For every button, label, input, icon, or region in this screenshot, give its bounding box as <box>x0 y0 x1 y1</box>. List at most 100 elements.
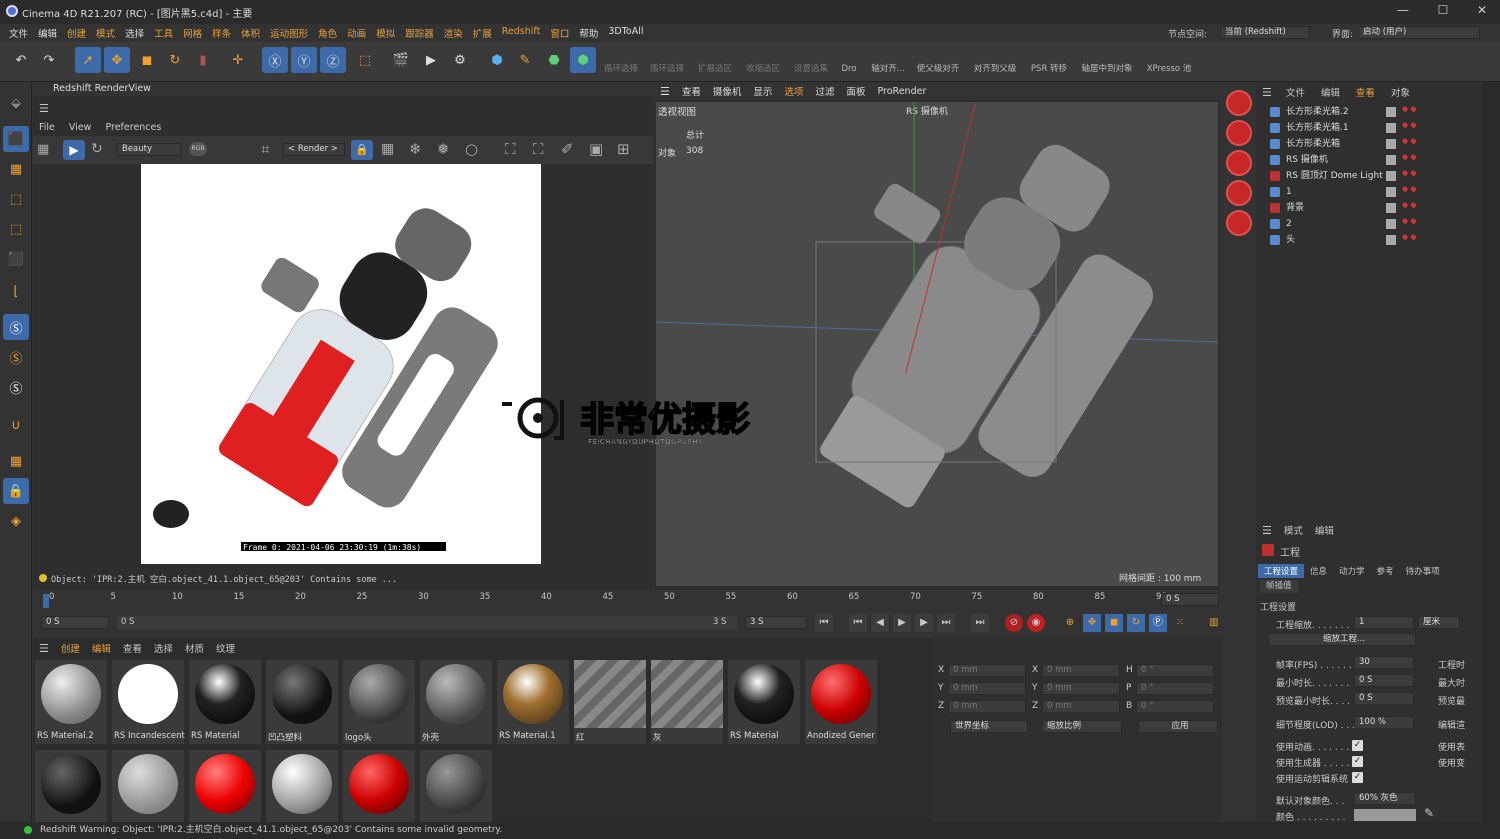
menu-item[interactable]: 窗口 <box>545 26 574 40</box>
renderview-menu-item[interactable]: Preferences <box>105 122 175 133</box>
key-param-icon[interactable]: Ⓟ <box>1149 614 1167 632</box>
redo-icon[interactable]: ↷ <box>36 47 62 73</box>
render-dot-icon[interactable]: ● ● <box>1402 106 1416 113</box>
render-image[interactable]: Frame 0: 2021-04-06 23:30:19 (1m:38s) <box>141 164 541 564</box>
default-color-select[interactable]: 60% 灰色 <box>1354 792 1416 805</box>
material-swatch[interactable]: RS Material.1 <box>497 660 569 744</box>
attr-tab[interactable]: 动力学 <box>1333 564 1371 578</box>
magnet-icon[interactable]: ∪ <box>3 412 29 438</box>
crop-icon[interactable]: ⌗ <box>261 140 269 158</box>
menu-item[interactable]: 3DToAll <box>603 26 648 40</box>
key-pla-icon[interactable]: ⁙ <box>1171 614 1189 632</box>
viewport-menu-item[interactable]: 显示 <box>747 84 778 98</box>
next-frame-icon[interactable]: ▶ <box>915 614 933 632</box>
snowflake2-icon[interactable]: ❅ <box>437 140 450 158</box>
undo-icon[interactable]: ↶ <box>8 47 34 73</box>
render-dot-icon[interactable]: ● ● <box>1402 170 1416 177</box>
toolbar-button[interactable]: 循环选择 <box>646 48 688 76</box>
toolbar-button[interactable]: 对齐到父级 <box>970 48 1020 76</box>
hamburger-icon[interactable]: ☰ <box>1256 524 1278 537</box>
viewport-menu-item[interactable]: 摄像机 <box>707 84 748 98</box>
render-dot-icon[interactable]: ● ● <box>1402 122 1416 129</box>
coord-icon[interactable]: ✛ <box>225 47 251 73</box>
prev-frame-icon[interactable]: ◀ <box>871 614 889 632</box>
material-swatch[interactable]: logo头 <box>343 660 415 744</box>
render-dot-icon[interactable]: ● ● <box>1402 218 1416 225</box>
toolbar-button[interactable]: 设置选集 <box>790 48 832 76</box>
lock-workplane-icon[interactable]: 🔒 <box>3 478 29 504</box>
menu-item[interactable]: 跟踪器 <box>400 26 439 40</box>
object-row[interactable]: 长方形柔光箱.2 ● ● <box>1256 104 1482 120</box>
viewport-menu-item[interactable]: 选项 <box>778 84 809 98</box>
deformer-icon[interactable]: ⬢ <box>570 47 596 73</box>
snowflake-icon[interactable]: ❄ <box>409 140 422 158</box>
object-menu-item[interactable]: 对象 <box>1383 85 1418 99</box>
material-menu-item[interactable]: 编辑 <box>86 641 117 655</box>
object-row[interactable]: 背景 ● ● <box>1256 200 1482 216</box>
render-view-icon[interactable]: ▶ <box>418 47 444 73</box>
render-dot-icon[interactable]: ● ● <box>1402 138 1416 145</box>
model-mode-icon[interactable]: ⬛ <box>3 126 29 152</box>
prev-key-icon[interactable]: ⏮ <box>849 614 867 632</box>
range-slider[interactable] <box>117 616 737 629</box>
rs-bulb-icon[interactable] <box>1226 180 1252 206</box>
quantize-icon[interactable]: Ⓢ <box>3 374 29 400</box>
aov-select[interactable]: Beauty <box>117 143 181 156</box>
move-tool-icon[interactable]: ✥ <box>104 47 130 73</box>
start-field[interactable]: 0 S <box>41 616 109 629</box>
refresh-icon[interactable]: ↻ <box>91 141 103 157</box>
renderview-menu-item[interactable]: File <box>39 122 69 133</box>
viewport-menu-item[interactable]: 过滤 <box>809 84 840 98</box>
coord-field[interactable]: 0 ° <box>1136 664 1214 677</box>
visibility-icon[interactable] <box>1386 235 1396 245</box>
viewport-menu-item[interactable]: ProRender <box>871 86 932 97</box>
coord-field[interactable]: 0 ° <box>1136 700 1214 713</box>
render-dot-icon[interactable]: ● ● <box>1402 154 1416 161</box>
coord-field[interactable]: 0 mm <box>1042 682 1120 695</box>
scale-tool-icon[interactable]: ◼ <box>134 47 160 73</box>
hamburger-icon[interactable]: ☰ <box>654 85 676 98</box>
menu-item[interactable]: 编辑 <box>33 26 62 40</box>
visibility-icon[interactable] <box>1386 203 1396 213</box>
rotate-tool-icon[interactable]: ↻ <box>162 47 188 73</box>
menu-item[interactable]: 模式 <box>91 26 120 40</box>
rs-material-icon[interactable] <box>1226 210 1252 236</box>
menu-item[interactable]: 模拟 <box>371 26 400 40</box>
object-row[interactable]: 1 ● ● <box>1256 184 1482 200</box>
key-rotate-icon[interactable]: ↻ <box>1127 614 1145 632</box>
workplane-align-icon[interactable]: ◈ <box>3 508 29 534</box>
node-space-select[interactable]: 当前 (Redshift) <box>1220 26 1310 39</box>
render-dot-icon[interactable]: ● ● <box>1402 202 1416 209</box>
menu-item[interactable]: 选择 <box>120 26 149 40</box>
render-region-icon[interactable]: 🎬 <box>388 47 414 73</box>
x-axis-icon[interactable]: Ⓧ <box>262 47 288 73</box>
rgb-icon[interactable]: RGB <box>189 142 207 156</box>
close-icon[interactable]: ✕ <box>1472 3 1492 21</box>
circle-icon[interactable]: ○ <box>465 140 478 158</box>
minimize-icon[interactable]: — <box>1393 3 1413 21</box>
attr-menu-mode[interactable]: 模式 <box>1278 523 1309 537</box>
render-settings-icon[interactable]: ⚙ <box>447 47 473 73</box>
add-icon[interactable]: ⊞ <box>617 140 630 158</box>
use-gen-checkbox[interactable]: ✓ <box>1352 756 1363 767</box>
attr-tab[interactable]: 工程设置 <box>1258 564 1305 578</box>
end-field[interactable]: 3 S <box>745 616 807 629</box>
coord-field[interactable]: 0 mm <box>948 664 1026 677</box>
hamburger-icon[interactable]: ☰ <box>33 642 55 655</box>
y-axis-icon[interactable]: Ⓨ <box>291 47 317 73</box>
visibility-icon[interactable] <box>1386 123 1396 133</box>
menu-item[interactable]: 角色 <box>313 26 342 40</box>
material-swatch[interactable]: 红 <box>574 660 646 744</box>
scale-project-button[interactable]: 缩放工程... <box>1268 633 1416 646</box>
world-coord-icon[interactable]: ⬚ <box>352 47 378 73</box>
play-forward-icon[interactable]: ▶ <box>893 614 911 632</box>
material-menu-item[interactable]: 选择 <box>148 641 179 655</box>
menu-item[interactable]: 运动图形 <box>265 26 313 40</box>
menu-item[interactable]: 工具 <box>149 26 178 40</box>
timeline-ruler[interactable]: 051015202530354045505560657075808590 <box>43 590 1167 608</box>
material-menu-item[interactable]: 纹理 <box>210 641 241 655</box>
autokey-icon[interactable]: ◉ <box>1027 614 1045 632</box>
fit-icon[interactable]: ⛶ <box>505 140 516 158</box>
toolbar-button[interactable]: XPresso 池 <box>1144 48 1194 76</box>
object-row[interactable]: RS 圆顶灯 Dome Light ● ● <box>1256 168 1482 184</box>
